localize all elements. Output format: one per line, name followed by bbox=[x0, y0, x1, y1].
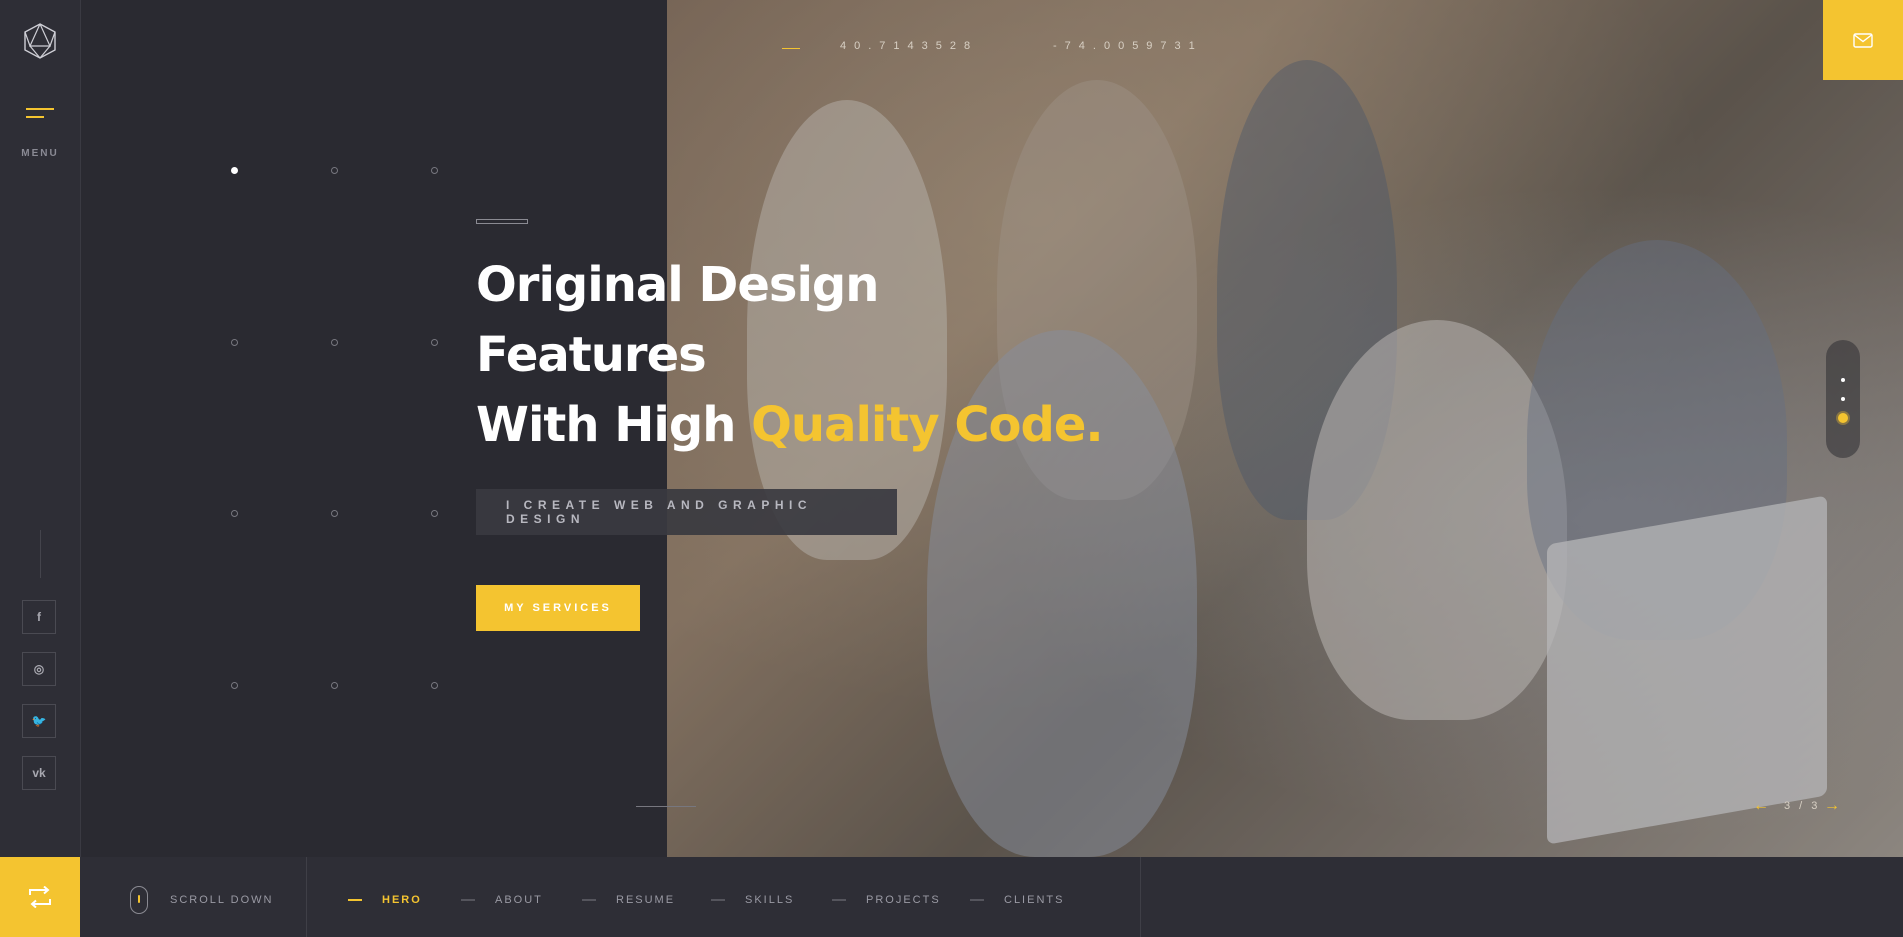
slide-dot-1[interactable] bbox=[1841, 378, 1845, 382]
repeat-icon bbox=[29, 886, 51, 908]
hero-decorative-rule bbox=[476, 219, 528, 224]
nav-item-projects[interactable]: PROJECTS bbox=[832, 894, 941, 906]
latitude-text: 40.7143528 bbox=[840, 40, 979, 52]
prev-arrow-icon[interactable]: ← bbox=[1753, 797, 1769, 815]
instagram-icon[interactable]: ◎ bbox=[22, 652, 56, 686]
nav-item-hero[interactable]: HERO bbox=[348, 894, 422, 906]
contact-button[interactable] bbox=[1823, 0, 1903, 80]
twitter-icon[interactable]: 🐦 bbox=[22, 704, 56, 738]
menu-toggle-icon[interactable] bbox=[26, 108, 56, 122]
logo-icon[interactable] bbox=[22, 22, 58, 60]
hero-title: Original Design Features With High Quali… bbox=[476, 250, 1104, 460]
vk-icon[interactable]: vk bbox=[22, 756, 56, 790]
bottom-bar bbox=[0, 857, 1903, 937]
my-services-button[interactable]: MY SERVICES bbox=[476, 585, 640, 631]
left-sidebar: MENU f ◎ 🐦 vk bbox=[0, 0, 81, 857]
slide-dot-3[interactable] bbox=[1838, 413, 1848, 423]
nav-item-about[interactable]: ABOUT bbox=[461, 894, 543, 906]
layout-toggle-button[interactable] bbox=[0, 857, 80, 937]
hero-title-line-1: Original Design bbox=[476, 257, 879, 313]
bottom-divider-1 bbox=[306, 857, 307, 937]
hero-title-accent: Quality Code. bbox=[751, 397, 1104, 453]
hero-title-line-2: Features bbox=[476, 327, 707, 383]
facebook-icon[interactable]: f bbox=[22, 600, 56, 634]
menu-label[interactable]: MENU bbox=[0, 148, 80, 159]
hero-title-line-3: With High bbox=[476, 397, 752, 453]
longitude-text: -74.0059731 bbox=[1053, 40, 1203, 52]
nav-item-skills[interactable]: SKILLS bbox=[711, 894, 794, 906]
slide-counter: 3 / 3 bbox=[1784, 800, 1821, 812]
hero-subtitle: I CREATE WEB AND GRAPHIC DESIGN bbox=[476, 489, 897, 535]
scroll-down-link[interactable]: SCROLL DOWN bbox=[170, 894, 274, 906]
nav-item-clients[interactable]: CLIENTS bbox=[970, 894, 1064, 906]
mouse-scroll-icon bbox=[130, 886, 148, 914]
mail-icon bbox=[1853, 32, 1873, 48]
coordinates-accent-line bbox=[782, 48, 800, 49]
hero-bottom-divider bbox=[636, 806, 696, 807]
sidebar-divider bbox=[40, 530, 41, 578]
bottom-divider-2 bbox=[1140, 857, 1141, 937]
nav-item-resume[interactable]: RESUME bbox=[582, 894, 675, 906]
next-arrow-icon[interactable]: → bbox=[1824, 797, 1840, 815]
slide-pagination bbox=[1826, 340, 1860, 458]
slide-dot-2[interactable] bbox=[1841, 397, 1845, 401]
